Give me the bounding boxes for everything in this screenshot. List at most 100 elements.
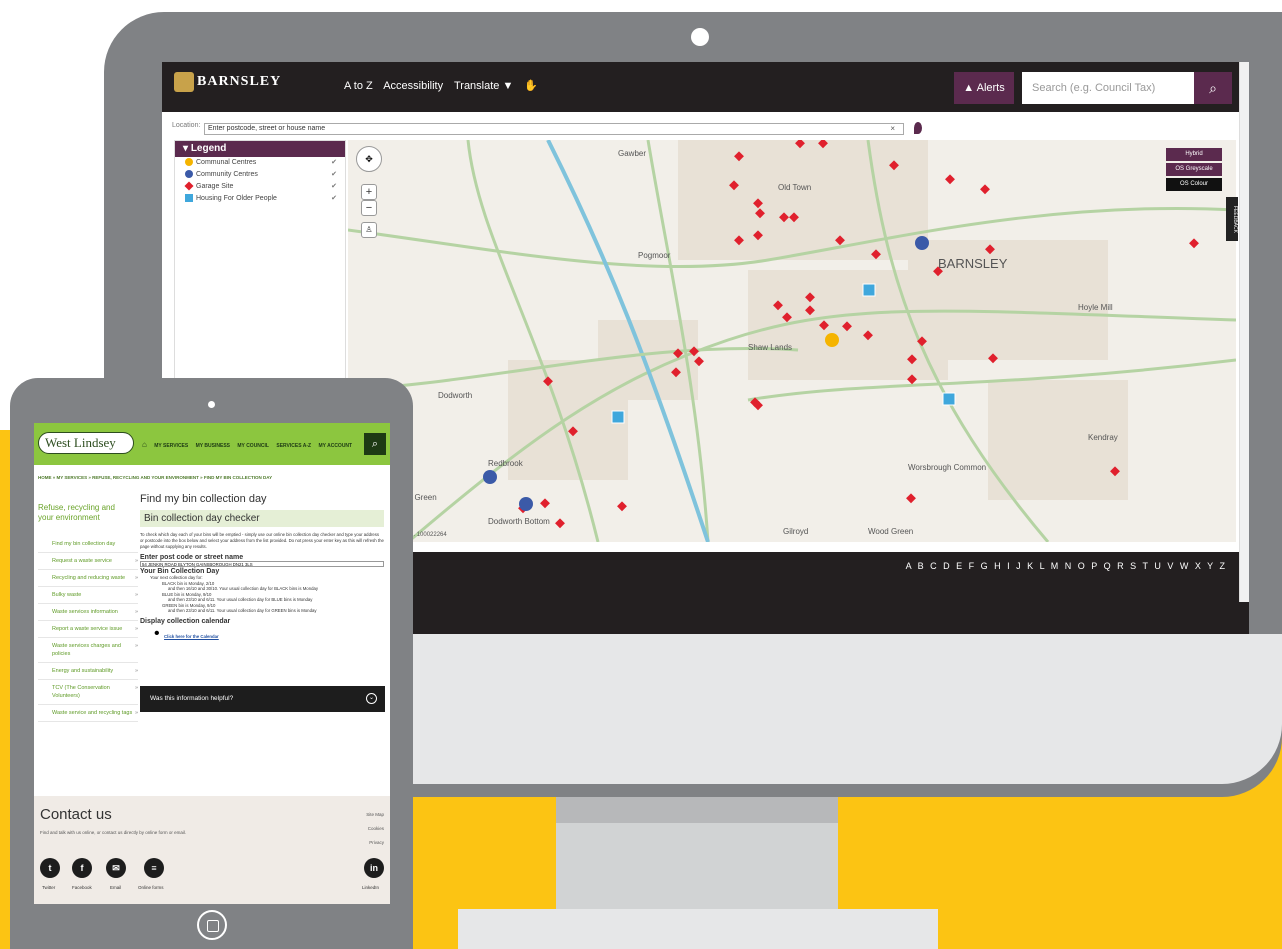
search-button[interactable]: ⌕ <box>1194 72 1232 104</box>
email-label[interactable]: Email <box>110 885 121 890</box>
housing-marker <box>862 283 876 297</box>
result-line: and then 23/10 and 6/11. Your usual coll… <box>168 608 317 613</box>
map-place-label: Gilroyd <box>783 527 808 536</box>
garage-site-marker <box>906 493 916 504</box>
nav-translate[interactable]: Translate ▼ <box>454 80 513 92</box>
online-forms-icon[interactable]: ≡ <box>144 858 164 878</box>
sidebar-item-label: Energy and sustainability <box>52 668 114 674</box>
os-colour-button[interactable]: OS Colour <box>1166 178 1222 191</box>
map-place-label: Dodworth Bottom <box>488 517 550 526</box>
chevron-right-icon: » <box>134 558 138 564</box>
garage-site-marker <box>555 518 565 529</box>
home-icon[interactable]: ⌂ <box>142 440 147 449</box>
nav-my-services[interactable]: MY SERVICES <box>154 443 188 449</box>
footer-cookies-link[interactable]: Cookies <box>368 826 384 831</box>
street-view-icon[interactable]: ♙ <box>361 222 377 238</box>
checkbox-icon[interactable]: ✔ <box>331 157 337 169</box>
clear-icon[interactable]: × <box>890 124 895 134</box>
sidebar-item[interactable]: Waste services charges and policies » <box>38 638 138 663</box>
zoom-in-button[interactable]: + <box>361 184 377 200</box>
twitter-label[interactable]: Twitter <box>42 885 55 890</box>
sidebar-item[interactable]: Waste service and recycling tags» <box>38 705 138 722</box>
nav-services-a-z[interactable]: SERVICES A-Z <box>276 443 311 449</box>
community-centre-marker <box>483 470 497 484</box>
sign-language-icon[interactable]: ✋ <box>524 80 538 92</box>
location-pin-icon <box>914 122 922 134</box>
helpful-bar[interactable]: Was this information helpful? ⌄ <box>140 686 385 712</box>
map-place-label: Old Town <box>778 183 811 192</box>
tablet-home-button[interactable] <box>197 910 227 940</box>
sidebar-item[interactable]: Recycling and reducing waste » <box>38 570 138 587</box>
search-icon: ⌕ <box>371 438 379 450</box>
barnsley-logo[interactable]: BARNSLEY <box>174 72 281 92</box>
page-scrollbar[interactable] <box>1239 62 1249 602</box>
chevron-right-icon: » <box>134 685 138 691</box>
address-label: Enter post code or street name <box>140 554 244 561</box>
legend-header[interactable]: ▾ Legend <box>175 141 345 157</box>
legend-item[interactable]: Garage Site ✔ <box>175 181 345 193</box>
os-greyscale-button[interactable]: OS Greyscale <box>1166 163 1222 176</box>
alphabet-links[interactable]: A B C D E F G H I J K L M N O P Q R S T … <box>906 561 1227 571</box>
nav-my-council[interactable]: MY COUNCIL <box>237 443 269 449</box>
tablet-screen: West Lindsey ⌂ MY SERVICES MY BUSINESS M… <box>34 423 390 904</box>
monitor-stand-base <box>458 909 938 949</box>
sidebar-item-label: TCV (The Conservation Volunteers) <box>52 685 110 699</box>
chevron-down-icon[interactable]: ⌄ <box>366 693 377 704</box>
sidebar-item[interactable]: Request a waste service » <box>38 553 138 570</box>
checkbox-icon[interactable]: ✔ <box>331 169 337 181</box>
pan-control-icon[interactable]: ✥ <box>356 146 382 172</box>
nav-a-to-z[interactable]: A to Z <box>344 80 373 92</box>
contact-text: Find and talk with us online, or contact… <box>40 830 187 835</box>
footer-sitemap-link[interactable]: Site Map <box>366 812 384 817</box>
centre-icon <box>185 170 193 179</box>
footer-privacy-link[interactable]: Privacy <box>369 840 384 845</box>
sidebar-title[interactable]: Refuse, recycling and your environment <box>38 503 122 523</box>
feedback-tab[interactable]: FEEDBACK <box>1226 197 1238 241</box>
online-forms-label[interactable]: Online forms <box>138 885 164 890</box>
hybrid-button[interactable]: Hybrid <box>1166 148 1222 161</box>
map-canvas[interactable]: Gawber Old Town Pogmoor BARNSLEY Shaw Lands H… <box>348 140 1236 542</box>
housing-marker <box>942 392 956 406</box>
tablet-camera <box>208 401 215 408</box>
sidebar-item[interactable]: Bulky waste » <box>38 587 138 604</box>
page-title: Find my bin collection day <box>140 493 267 505</box>
urban-area <box>678 140 928 260</box>
nav-accessibility[interactable]: Accessibility <box>383 80 443 92</box>
centre-icon <box>185 158 193 167</box>
address-input[interactable]: 54 JENKIN ROAD BLYTON GAINSBOROUGH DN21 … <box>140 561 384 567</box>
search-icon: ⌕ <box>1209 80 1217 96</box>
map-view[interactable]: Gawber Old Town Pogmoor BARNSLEY Shaw Lands H… <box>348 140 1236 542</box>
search-input[interactable]: Search (e.g. Council Tax) <box>1022 72 1194 104</box>
sidebar-item[interactable]: Waste services information » <box>38 604 138 621</box>
sidebar-item[interactable]: Report a waste service issue » <box>38 621 138 638</box>
sidebar-item[interactable]: Energy and sustainability » <box>38 663 138 680</box>
zoom-out-button[interactable]: − <box>361 200 377 216</box>
westlindsey-logo[interactable]: West Lindsey <box>38 432 134 454</box>
legend-item[interactable]: Communal Centres ✔ <box>175 157 345 169</box>
garage-site-marker <box>945 174 955 185</box>
legend-item[interactable]: Community Centres ✔ <box>175 169 345 181</box>
linkedin-icon[interactable]: in <box>364 858 384 878</box>
checkbox-icon[interactable]: ✔ <box>331 193 337 205</box>
facebook-icon[interactable]: f <box>72 858 92 878</box>
location-input[interactable]: Enter postcode, street or house name × <box>204 123 904 135</box>
email-icon[interactable]: ✉ <box>106 858 126 878</box>
legend-list: Communal Centres ✔ Community Centres ✔ Garag… <box>175 157 345 205</box>
calendar-link[interactable]: Click here for the Calendar <box>164 634 219 639</box>
breadcrumb[interactable]: HOME » MY SERVICES » REFUSE, RECYCLING A… <box>38 475 272 480</box>
linkedin-label[interactable]: LinkedIn <box>362 885 379 890</box>
nav-my-account[interactable]: MY ACCOUNT <box>318 443 352 449</box>
facebook-label[interactable]: Facebook <box>72 885 92 890</box>
checkbox-icon[interactable]: ✔ <box>331 181 337 193</box>
legend-item[interactable]: Housing For Older People ✔ <box>175 193 345 205</box>
intro-text: To check which day each of your bins wil… <box>140 532 384 549</box>
map-place-label: Hoyle Mill <box>1078 303 1113 312</box>
legend-item-label: Housing For Older People <box>196 195 277 202</box>
nav-my-business[interactable]: MY BUSINESS <box>196 443 230 449</box>
alerts-button[interactable]: ▲ Alerts <box>954 72 1014 104</box>
sidebar-item[interactable]: Find my bin collection day <box>38 536 138 553</box>
sidebar-item[interactable]: TCV (The Conservation Volunteers) » <box>38 680 138 705</box>
checker-title: Bin collection day checker <box>140 510 384 527</box>
twitter-icon[interactable]: t <box>40 858 60 878</box>
search-button[interactable]: ⌕ <box>364 433 386 455</box>
